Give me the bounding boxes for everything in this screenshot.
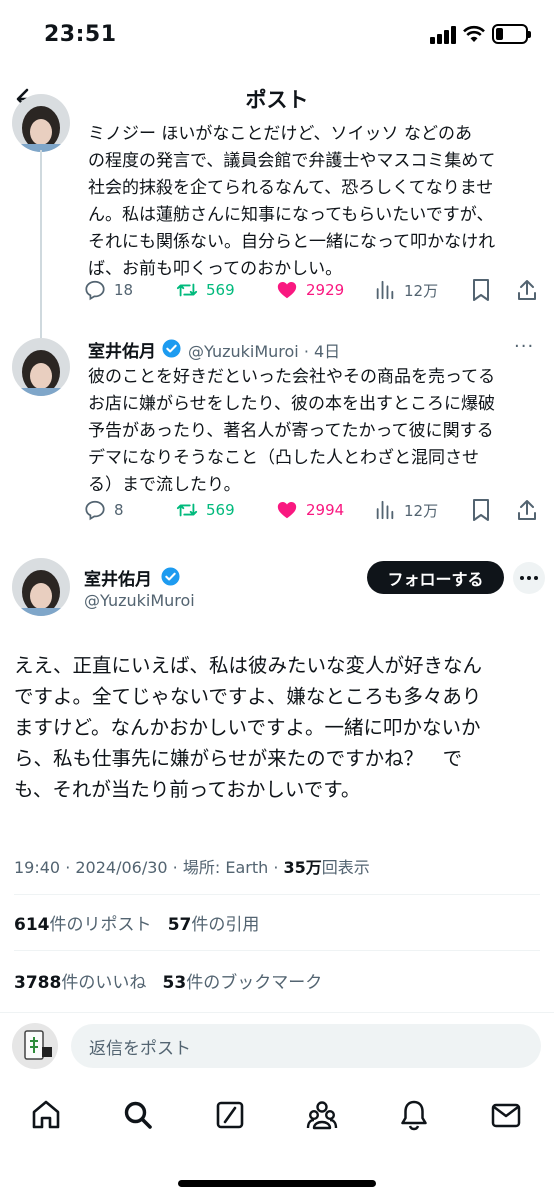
- post-location: 場所: Earth: [182, 858, 269, 877]
- author-name[interactable]: 室井佑月: [88, 337, 156, 362]
- divider: [14, 894, 540, 895]
- tab-bar: [0, 1088, 554, 1148]
- bookmarks-link[interactable]: 53件のブックマーク: [163, 973, 323, 993]
- post-text: 彼のことを好きだといった会社やその商品を売ってる お店に嫌がらせをしたり、彼の本…: [88, 367, 496, 495]
- views-count: 35万: [283, 858, 322, 877]
- follow-button[interactable]: フォローする: [367, 561, 504, 594]
- post-text: ミノジー ほいがなことだけど、ソイッソ などのあ の程度の発言で、議員会館で弁護…: [88, 124, 496, 279]
- like-button[interactable]: 2929: [276, 276, 344, 304]
- thread-line: [40, 150, 42, 338]
- home-icon[interactable]: [29, 1098, 63, 1132]
- share-icon[interactable]: [516, 278, 538, 302]
- reposts-count: 614: [14, 915, 50, 935]
- divider: [14, 950, 540, 951]
- like-stats: 3788件のいいね 53件のブックマーク: [14, 968, 322, 993]
- reply-button[interactable]: 18: [84, 276, 133, 304]
- views-count: 12万: [404, 501, 439, 520]
- status-time: 23:51: [44, 22, 117, 47]
- like-button[interactable]: 2994: [276, 496, 344, 524]
- post-body: ええ、正直にいえば、私は彼みたいな変人が好きなん ですよ。全てじゃないですよ、嫌…: [14, 654, 483, 801]
- repost-stats: 614件のリポスト 57件の引用: [14, 910, 259, 935]
- quotes-count: 57: [167, 915, 192, 935]
- wifi-icon: [463, 25, 485, 42]
- reply-icon: [85, 500, 105, 521]
- views-button[interactable]: 12万: [374, 496, 438, 524]
- views-icon: [376, 280, 394, 300]
- post-actions: 8 569 2994 12万: [84, 496, 544, 524]
- like-count: 2929: [306, 281, 345, 299]
- avatar[interactable]: [12, 558, 70, 616]
- views-icon: [376, 500, 394, 520]
- battery-icon: [492, 24, 531, 44]
- likes-label: 件のいいね: [61, 973, 147, 993]
- reply-icon: [85, 280, 105, 301]
- header: ポスト: [0, 70, 554, 128]
- home-indicator: [178, 1180, 376, 1187]
- status-bar: 23:51: [0, 0, 554, 70]
- repost-button[interactable]: 569: [176, 496, 235, 524]
- reply-bar: 返信をポスト: [0, 1012, 554, 1080]
- post-actions: 18 569 2929 12万: [84, 276, 544, 304]
- search-icon[interactable]: [121, 1098, 155, 1132]
- messages-icon[interactable]: [489, 1098, 523, 1132]
- reply-count: 18: [114, 281, 134, 299]
- quotes-label: 件の引用: [191, 915, 260, 935]
- quotes-link[interactable]: 57件の引用: [168, 915, 260, 935]
- views-label: 回表示: [321, 858, 370, 877]
- repost-button[interactable]: 569: [176, 276, 235, 304]
- communities-icon[interactable]: [305, 1098, 339, 1132]
- views-count: 12万: [404, 281, 439, 300]
- repost-icon: [176, 283, 198, 297]
- repost-count: 569: [206, 281, 235, 299]
- views-button[interactable]: 12万: [374, 276, 438, 304]
- notifications-icon[interactable]: [397, 1098, 431, 1132]
- like-count: 2994: [306, 501, 345, 519]
- reply-input[interactable]: 返信をポスト: [71, 1024, 541, 1068]
- verified-icon: [162, 339, 181, 358]
- reposts-label: 件のリポスト: [49, 915, 152, 935]
- share-icon[interactable]: [516, 498, 538, 522]
- verified-icon: [161, 567, 180, 586]
- user-avatar[interactable]: [12, 1023, 58, 1069]
- post-time: 4日: [314, 342, 341, 361]
- bookmark-icon[interactable]: [470, 278, 492, 302]
- handle-text: @YuzukiMuroi: [188, 342, 299, 361]
- more-options-button[interactable]: [513, 562, 545, 594]
- signal-icon: [430, 26, 456, 44]
- likes-link[interactable]: 3788件のいいね: [14, 973, 146, 993]
- heart-icon: [277, 282, 297, 299]
- author-handle: @YuzukiMuroi: [84, 591, 195, 610]
- repost-count: 569: [206, 501, 235, 519]
- bookmark-icon[interactable]: [470, 498, 492, 522]
- post-timestamp[interactable]: 19:40 · 2024/06/30: [14, 858, 168, 877]
- avatar[interactable]: [12, 338, 70, 396]
- more-icon[interactable]: ···: [514, 336, 534, 357]
- repost-icon: [176, 503, 198, 517]
- avatar[interactable]: [12, 94, 70, 152]
- reply-button[interactable]: 8: [84, 496, 124, 524]
- bookmarks-label: 件のブックマーク: [186, 973, 323, 993]
- author-name[interactable]: 室井佑月: [84, 565, 152, 590]
- page-title: ポスト: [245, 88, 309, 112]
- bookmarks-count: 53: [162, 973, 187, 993]
- likes-count: 3788: [14, 973, 62, 993]
- reposts-link[interactable]: 614件のリポスト: [14, 915, 152, 935]
- heart-icon: [277, 502, 297, 519]
- reply-count: 8: [114, 501, 124, 519]
- grok-icon[interactable]: [213, 1098, 247, 1132]
- battery-level: [496, 28, 503, 40]
- post-meta: 19:40 · 2024/06/30 · 場所: Earth · 35万回表示: [14, 858, 370, 877]
- author-handle: @YuzukiMuroi · 4日: [188, 342, 341, 361]
